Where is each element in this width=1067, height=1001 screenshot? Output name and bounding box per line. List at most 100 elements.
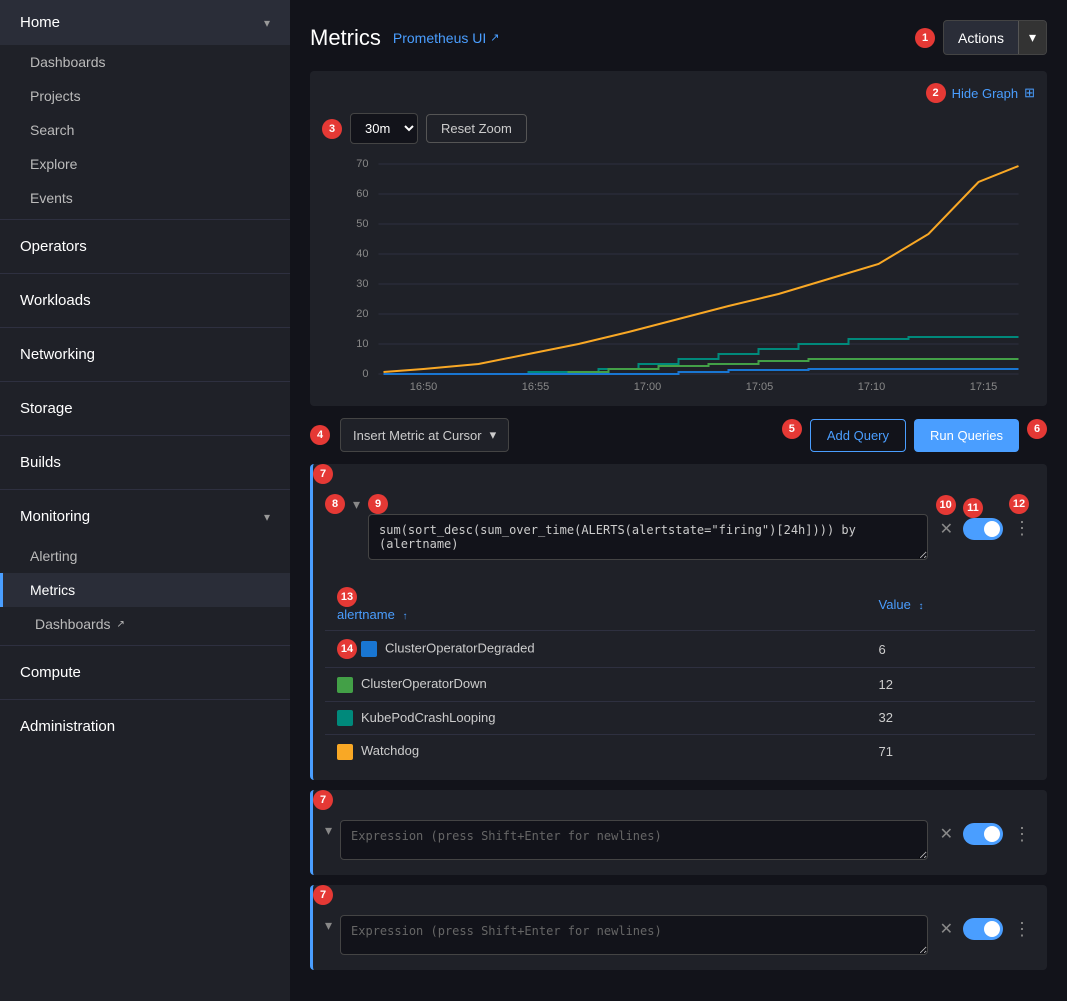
query-row-2-actions: ✕ ⋮ (936, 820, 1035, 849)
title-area: Metrics Prometheus UI ↗ (310, 25, 499, 51)
sidebar-compute[interactable]: Compute (0, 650, 290, 695)
query-textarea-2[interactable] (340, 820, 928, 860)
query-toggle-2[interactable] (963, 823, 1003, 845)
alert-name: ClusterOperatorDown (361, 676, 487, 691)
insert-metric-chevron-icon: ▾ (490, 427, 497, 443)
sidebar-networking[interactable]: Networking (0, 332, 290, 377)
col-value[interactable]: Value ↕ (867, 579, 1035, 631)
more-badge-1: 12 (1009, 494, 1029, 514)
query-row-1-badge: 7 (313, 464, 333, 484)
query-row-1-header: 8 ▾ 9 sum(sort_desc(sum_over_time(ALERTS… (313, 484, 1047, 575)
query-input-area-3 (340, 915, 928, 960)
sidebar-workloads[interactable]: Workloads (0, 278, 290, 323)
value-sort-icon: ↕ (918, 601, 923, 612)
sidebar-item-dashboards[interactable]: Dashboards (0, 45, 290, 79)
page-header: Metrics Prometheus UI ↗ 1 Actions ▾ (310, 20, 1047, 55)
query-textarea-1[interactable]: sum(sort_desc(sum_over_time(ALERTS(alert… (368, 514, 928, 560)
svg-text:17:00: 17:00 (634, 381, 662, 393)
query-row-2-header: ▾ ✕ ⋮ (313, 810, 1047, 875)
sidebar-item-explore[interactable]: Explore (0, 147, 290, 181)
color-swatch (337, 744, 353, 760)
svg-text:0: 0 (362, 368, 368, 380)
home-chevron-icon: ▾ (264, 16, 270, 30)
query-textarea-3[interactable] (340, 915, 928, 955)
color-swatch (361, 641, 377, 657)
sidebar-divider-7 (0, 645, 290, 646)
query-toggle-3[interactable] (963, 918, 1003, 940)
query-toggle-1[interactable] (963, 518, 1003, 540)
sidebar-home-label: Home (20, 14, 60, 31)
insert-metric-select[interactable]: Insert Metric at Cursor ▾ (340, 418, 509, 452)
actions-area: 1 Actions ▾ (915, 20, 1047, 55)
insert-metric-badge: 4 (310, 425, 330, 445)
collapse-icon-2[interactable]: ▾ (325, 820, 332, 839)
sidebar-divider-1 (0, 219, 290, 220)
graph-container: 2 Hide Graph ⊞ 3 30m 1h 2h 6h 12h 24h Re… (310, 71, 1047, 406)
query-bar: 4 Insert Metric at Cursor ▾ 5 Add Query … (310, 418, 1047, 452)
results-table-container: 13 alertname ↑ Value ↕ 14ClusterOperator… (313, 579, 1047, 780)
collapse-icon-1[interactable]: ▾ (353, 494, 360, 513)
table-row: ClusterOperatorDown 12 (325, 668, 1035, 702)
actions-button[interactable]: Actions ▾ (943, 20, 1047, 55)
add-query-button[interactable]: Add Query (810, 419, 906, 452)
query-row-2-badge: 7 (313, 790, 333, 810)
query-row-3-badge: 7 (313, 885, 333, 905)
sidebar-builds[interactable]: Builds (0, 440, 290, 485)
sidebar-divider-6 (0, 489, 290, 490)
sidebar-compute-label: Compute (20, 664, 81, 681)
query-row-3-actions: ✕ ⋮ (936, 915, 1035, 944)
time-range-badge: 3 (322, 119, 342, 139)
prometheus-label: Prometheus UI (393, 30, 486, 46)
sidebar-builds-label: Builds (20, 454, 61, 471)
sidebar-home[interactable]: Home ▾ (0, 0, 290, 45)
actions-badge: 1 (915, 28, 935, 48)
clear-query-button-3[interactable]: ✕ (936, 915, 957, 943)
actions-dropdown-arrow[interactable]: ▾ (1018, 21, 1046, 54)
collapse-icon-3[interactable]: ▾ (325, 915, 332, 934)
alert-name: KubePodCrashLooping (361, 710, 495, 725)
sidebar-administration[interactable]: Administration (0, 704, 290, 749)
sidebar-item-dashboards-ext[interactable]: Dashboards ↗ (0, 607, 290, 641)
alert-name: ClusterOperatorDegraded (385, 640, 535, 655)
collapse-badge-1: 8 (325, 494, 345, 514)
hide-graph-badge: 2 (926, 83, 946, 103)
query-row-3: 7 ▾ ✕ ⋮ (310, 885, 1047, 970)
time-range-select[interactable]: 30m 1h 2h 6h 12h 24h (350, 113, 418, 144)
toggle-badge-1: 11 (963, 498, 983, 518)
reset-zoom-button[interactable]: Reset Zoom (426, 114, 527, 143)
clear-query-button-2[interactable]: ✕ (936, 820, 957, 848)
monitoring-chevron-icon: ▾ (264, 510, 270, 524)
clear-query-button-1[interactable]: ✕ (936, 515, 957, 543)
sidebar-item-events[interactable]: Events (0, 181, 290, 215)
sidebar-operators[interactable]: Operators (0, 224, 290, 269)
table-row: Watchdog71 (325, 735, 1035, 768)
query-more-button-1[interactable]: ⋮ (1009, 514, 1035, 543)
sidebar-item-search[interactable]: Search (0, 113, 290, 147)
color-swatch (337, 710, 353, 726)
alert-name: Watchdog (361, 743, 419, 758)
hide-graph-button[interactable]: Hide Graph ⊞ (952, 85, 1035, 101)
sidebar-item-alerting[interactable]: Alerting (0, 539, 290, 573)
sidebar-divider-3 (0, 327, 290, 328)
query-more-button-2[interactable]: ⋮ (1009, 820, 1035, 849)
query-row-3-header: ▾ ✕ ⋮ (313, 905, 1047, 970)
sidebar-item-metrics[interactable]: Metrics (0, 573, 290, 607)
col-alertname[interactable]: 13 alertname ↑ (325, 579, 867, 631)
sidebar-monitoring[interactable]: Monitoring ▾ (0, 494, 290, 539)
sidebar-item-projects[interactable]: Projects (0, 79, 290, 113)
alert-value: 12 (867, 668, 1035, 702)
add-query-badge: 5 (782, 419, 802, 439)
run-queries-badge: 6 (1027, 419, 1047, 439)
sidebar-divider-2 (0, 273, 290, 274)
query-row-2: 7 ▾ ✕ ⋮ (310, 790, 1047, 875)
hide-graph-icon: ⊞ (1024, 85, 1035, 101)
prometheus-ui-link[interactable]: Prometheus UI ↗ (393, 30, 500, 46)
sidebar-administration-label: Administration (20, 718, 115, 735)
graph-controls: 3 30m 1h 2h 6h 12h 24h Reset Zoom (322, 113, 1035, 144)
sidebar-storage[interactable]: Storage (0, 386, 290, 431)
query-more-button-3[interactable]: ⋮ (1009, 915, 1035, 944)
color-swatch (337, 677, 353, 693)
run-queries-button[interactable]: Run Queries (914, 419, 1019, 452)
svg-text:16:55: 16:55 (522, 381, 550, 393)
query-row-1: 7 8 ▾ 9 sum(sort_desc(sum_over_time(ALER… (310, 464, 1047, 780)
